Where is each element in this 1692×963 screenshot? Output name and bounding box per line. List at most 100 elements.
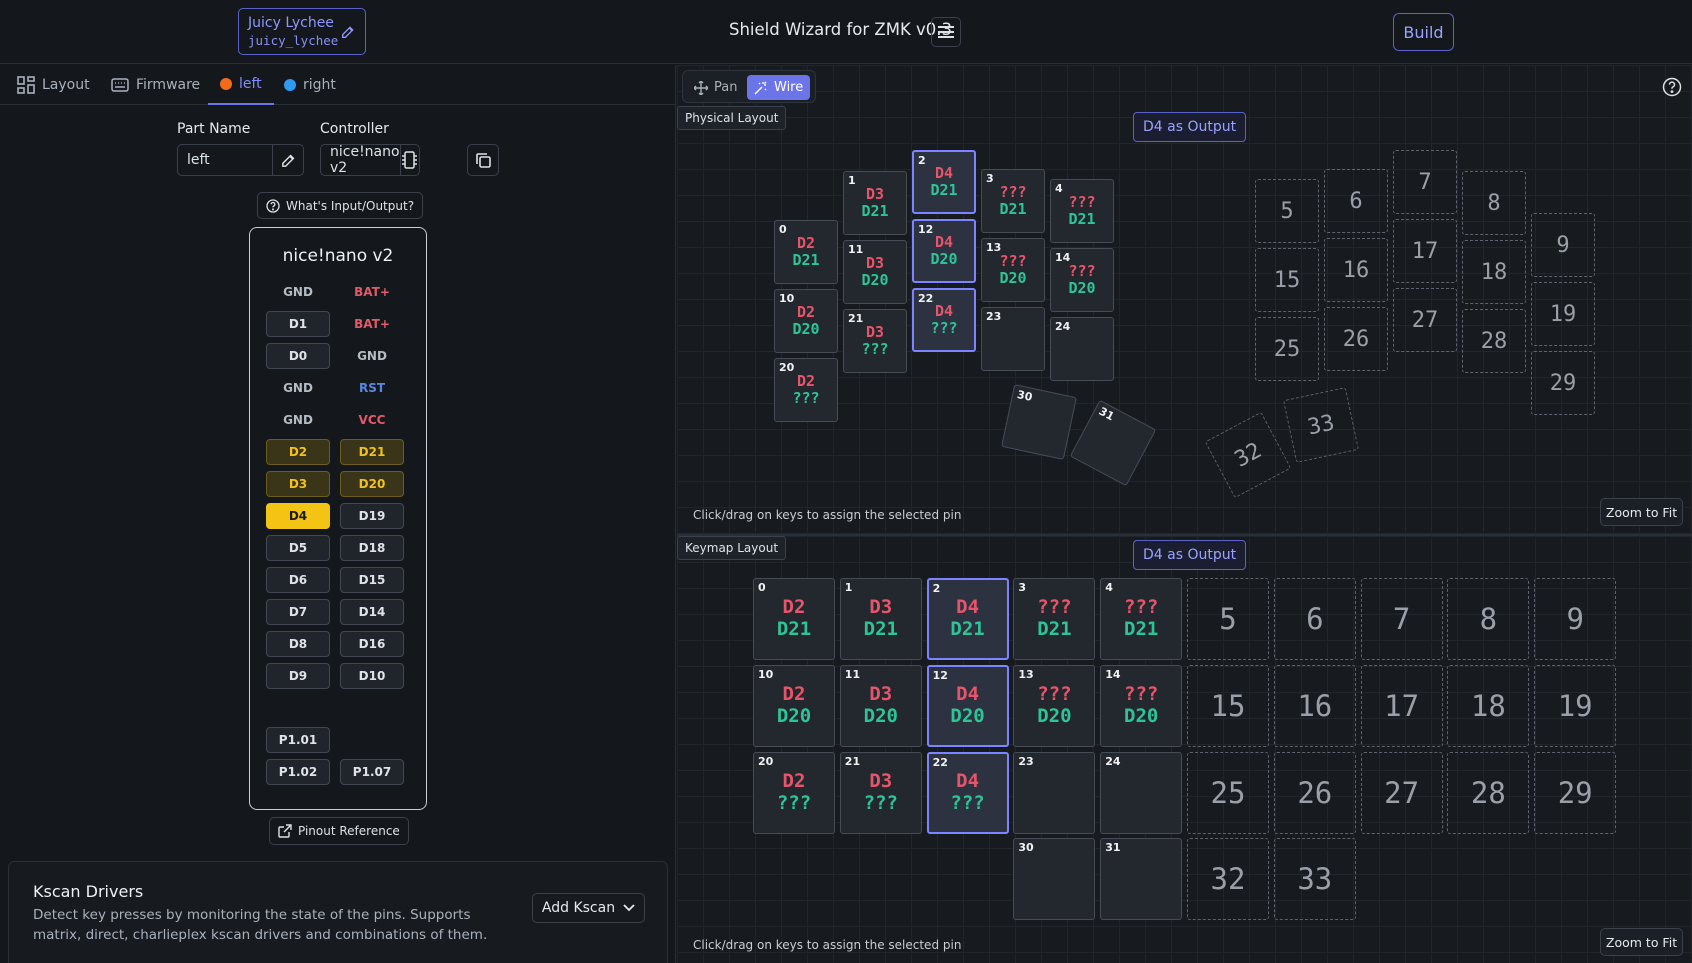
pin-d20[interactable]: D20 (340, 471, 404, 497)
controller-select-button[interactable] (399, 145, 419, 175)
pan-tool[interactable]: Pan (687, 75, 744, 100)
physical-zoom-fit-button[interactable]: Zoom to Fit (1600, 498, 1683, 526)
key-14[interactable]: 14??? D20 (1050, 248, 1114, 312)
key-0[interactable]: 0 D2 D21 (774, 220, 838, 284)
key-index: 23 (986, 310, 1002, 323)
key-23[interactable]: 23 (1013, 751, 1096, 834)
key-input-pin: D20 (950, 704, 985, 727)
external-link-icon (278, 824, 292, 838)
key-3[interactable]: 3??? D21 (1013, 578, 1096, 660)
key-4[interactable]: 4??? D21 (1050, 179, 1114, 243)
key-output-pin: D3 (865, 322, 885, 341)
pin-d8[interactable]: D8 (266, 631, 330, 657)
key-1[interactable]: 1 D3 D21 (843, 171, 907, 235)
key-20[interactable]: 20 D2??? (774, 358, 838, 422)
key-output-pin: D2 (782, 682, 806, 705)
build-button[interactable]: Build (1393, 13, 1454, 51)
pin-d18[interactable]: D18 (340, 535, 404, 561)
pin-d16[interactable]: D16 (340, 631, 404, 657)
tab-right[interactable]: right (284, 65, 336, 105)
tab-left[interactable]: left (208, 65, 274, 105)
pan-label: Pan (714, 80, 738, 95)
pin-p1-01[interactable]: P1.01 (266, 727, 330, 753)
key-10[interactable]: 10 D2 D20 (774, 289, 838, 353)
key-11[interactable]: 11 D3 D20 (843, 240, 907, 304)
mirror-key-number: 25 (1210, 775, 1246, 810)
mirror-key-17: 17 (1393, 219, 1457, 283)
pin-p1-02[interactable]: P1.02 (266, 759, 330, 785)
pin-d21[interactable]: D21 (340, 439, 404, 465)
help-icon[interactable] (1662, 77, 1682, 97)
key-12[interactable]: 12 D4 D20 (912, 219, 976, 283)
pin-d5[interactable]: D5 (266, 535, 330, 561)
key-2[interactable]: 2 D4 D21 (912, 150, 976, 214)
mirror-key-28: 28 (1447, 751, 1530, 834)
copy-button[interactable] (467, 144, 499, 176)
pinout-reference-label: Pinout Reference (298, 824, 400, 838)
pin-d14[interactable]: D14 (340, 599, 404, 625)
key-2[interactable]: 2 D4 D21 (926, 578, 1009, 660)
pin-d0[interactable]: D0 (266, 343, 330, 369)
pin-d1[interactable]: D1 (266, 311, 330, 337)
edit-name-button[interactable] (272, 145, 303, 175)
pin-d3[interactable]: D3 (266, 471, 330, 497)
key-30[interactable]: 30 (1001, 384, 1077, 460)
key-1[interactable]: 1 D3 D21 (839, 578, 922, 660)
key-11[interactable]: 11 D3 D20 (839, 664, 922, 747)
tab-firmware[interactable]: Firmware (111, 65, 200, 105)
pin-d9[interactable]: D9 (266, 663, 330, 689)
key-output-pin: D2 (782, 596, 806, 619)
key-input-pin: ??? (792, 389, 820, 407)
pin-d2[interactable]: D2 (266, 439, 330, 465)
menu-button[interactable] (931, 17, 961, 47)
key-24[interactable]: 24 (1050, 317, 1114, 381)
physical-layout-canvas[interactable]: Pan Wire Physical Layout D4 as Output Cl… (677, 65, 1692, 534)
key-13[interactable]: 13??? D20 (1013, 664, 1096, 747)
key-30[interactable]: 30 (1013, 838, 1096, 921)
key-output-pin: D4 (934, 232, 954, 251)
key-14[interactable]: 14??? D20 (1100, 664, 1183, 747)
pin-d19[interactable]: D19 (340, 503, 404, 529)
key-index: 23 (1018, 754, 1034, 768)
key-24[interactable]: 24 (1100, 751, 1183, 834)
key-22[interactable]: 22 D4??? (912, 288, 976, 352)
wire-label: Wire (774, 80, 804, 95)
key-31[interactable]: 31 (1100, 838, 1183, 921)
key-23[interactable]: 23 (981, 307, 1045, 371)
pin-p1-07[interactable]: P1.07 (340, 759, 404, 785)
key-output-pin: ??? (1124, 682, 1159, 705)
key-pins: ??? D21 (1014, 579, 1094, 659)
key-20[interactable]: 20 D2??? (753, 751, 835, 834)
key-31[interactable]: 31 (1069, 399, 1157, 487)
tab-label: Layout (42, 77, 90, 93)
tab-layout[interactable]: Layout (17, 65, 90, 105)
key-22[interactable]: 22 D4??? (926, 751, 1009, 834)
pin-d15[interactable]: D15 (340, 567, 404, 593)
keymap-layout-canvas[interactable]: Keymap Layout D4 as Output Click/drag on… (677, 536, 1692, 963)
key-21[interactable]: 21 D3??? (843, 309, 907, 373)
key-10[interactable]: 10 D2 D20 (753, 664, 835, 747)
pinout-reference-button[interactable]: Pinout Reference (269, 817, 409, 845)
key-21[interactable]: 21 D3??? (839, 751, 922, 834)
key-13[interactable]: 13??? D20 (981, 238, 1045, 302)
mirror-key-29: 29 (1531, 351, 1595, 415)
mirror-key-number: 29 (1557, 775, 1593, 810)
keymap-zoom-fit-button[interactable]: Zoom to Fit (1600, 928, 1683, 956)
key-3[interactable]: 3??? D21 (981, 169, 1045, 233)
wire-tool[interactable]: Wire (747, 75, 811, 100)
mirror-key-number: 15 (1210, 688, 1246, 723)
key-pins: D4 D20 (929, 667, 1007, 745)
pin-d4[interactable]: D4 (266, 503, 330, 529)
pin-d7[interactable]: D7 (266, 599, 330, 625)
controller-field[interactable]: nice!nano v2 (320, 144, 420, 176)
key-12[interactable]: 12 D4 D20 (926, 664, 1009, 747)
project-name-button[interactable]: Juicy Lychee juicy_lychee (238, 8, 366, 55)
io-help-button[interactable]: What's Input/Output? (257, 192, 424, 219)
mirror-key-7: 7 (1360, 578, 1443, 660)
pin-d6[interactable]: D6 (266, 567, 330, 593)
add-kscan-button[interactable]: Add Kscan (532, 893, 645, 923)
part-name-field[interactable]: left (177, 144, 304, 176)
key-0[interactable]: 0 D2 D21 (753, 578, 835, 660)
pin-d10[interactable]: D10 (340, 663, 404, 689)
key-4[interactable]: 4??? D21 (1100, 578, 1183, 660)
